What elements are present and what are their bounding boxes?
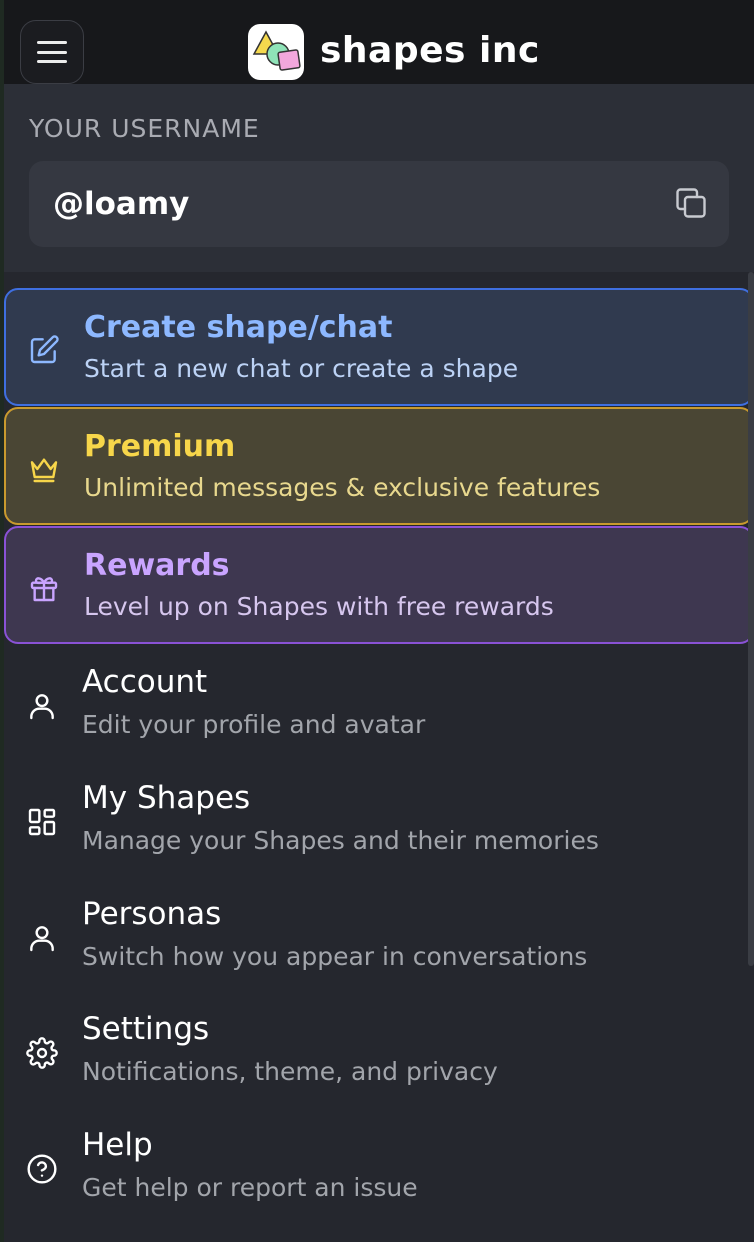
menu-item-rewards[interactable]: Rewards Level up on Shapes with free rew… — [4, 526, 754, 644]
hamburger-icon — [37, 41, 67, 63]
menu-item-subtitle: Notifications, theme, and privacy — [82, 1057, 498, 1086]
top-bar: shapes inc — [4, 0, 754, 84]
menu-item-title: Premium — [84, 429, 236, 464]
menu-item-subtitle: Level up on Shapes with free rewards — [84, 592, 554, 621]
menu-item-subtitle: Start a new chat or create a shape — [84, 354, 519, 383]
menu-button[interactable] — [20, 20, 84, 84]
menu-item-title: Rewards — [84, 548, 230, 583]
edit-icon — [30, 335, 59, 364]
user-icon — [30, 694, 54, 720]
menu-item-title: Personas — [82, 896, 222, 932]
gift-icon — [30, 577, 58, 602]
brand-name: shapes inc — [320, 30, 540, 71]
username-section: YOUR USERNAME @loamy — [4, 84, 754, 272]
menu-item-my-shapes[interactable]: My Shapes Manage your Shapes and their m… — [4, 766, 754, 884]
menu-item-subtitle: Unlimited messages & exclusive features — [84, 473, 601, 502]
user-icon — [30, 926, 54, 952]
grid-icon — [28, 808, 56, 836]
copy-icon — [676, 188, 706, 218]
menu-item-create[interactable]: Create shape/chat Start a new chat or cr… — [4, 288, 754, 406]
menu-item-subtitle: Switch how you appear in conversations — [82, 942, 588, 971]
menu-item-title: Create shape/chat — [84, 310, 393, 345]
menu-item-account[interactable]: Account Edit your profile and avatar — [4, 650, 754, 768]
crown-icon — [30, 458, 58, 483]
username-value: @loamy — [53, 186, 190, 222]
menu-item-settings[interactable]: Settings Notifications, theme, and priva… — [4, 997, 754, 1115]
menu-item-subtitle: Manage your Shapes and their memories — [82, 826, 599, 855]
menu-item-title: Settings — [82, 1011, 210, 1047]
menu-item-personas[interactable]: Personas Switch how you appear in conver… — [4, 882, 754, 1000]
menu-item-title: Account — [82, 664, 208, 700]
app-root: shapes inc YOUR USERNAME @loamy Create s… — [0, 0, 754, 1242]
username-box: @loamy — [29, 161, 729, 247]
menu-list: Create shape/chat Start a new chat or cr… — [4, 272, 754, 1242]
menu-item-premium[interactable]: Premium Unlimited messages & exclusive f… — [4, 407, 754, 525]
gear-icon — [26, 1037, 58, 1069]
menu-item-help[interactable]: Help Get help or report an issue — [4, 1113, 754, 1231]
shapes-logo — [248, 24, 304, 80]
menu-item-subtitle: Edit your profile and avatar — [82, 710, 426, 739]
help-circle-icon — [27, 1154, 57, 1184]
username-label: YOUR USERNAME — [29, 114, 260, 143]
copy-username-button[interactable] — [673, 185, 709, 221]
menu-item-subtitle: Get help or report an issue — [82, 1173, 418, 1202]
menu-item-title: My Shapes — [82, 780, 251, 816]
menu-item-title: Help — [82, 1127, 153, 1163]
scrollbar[interactable] — [748, 272, 754, 966]
